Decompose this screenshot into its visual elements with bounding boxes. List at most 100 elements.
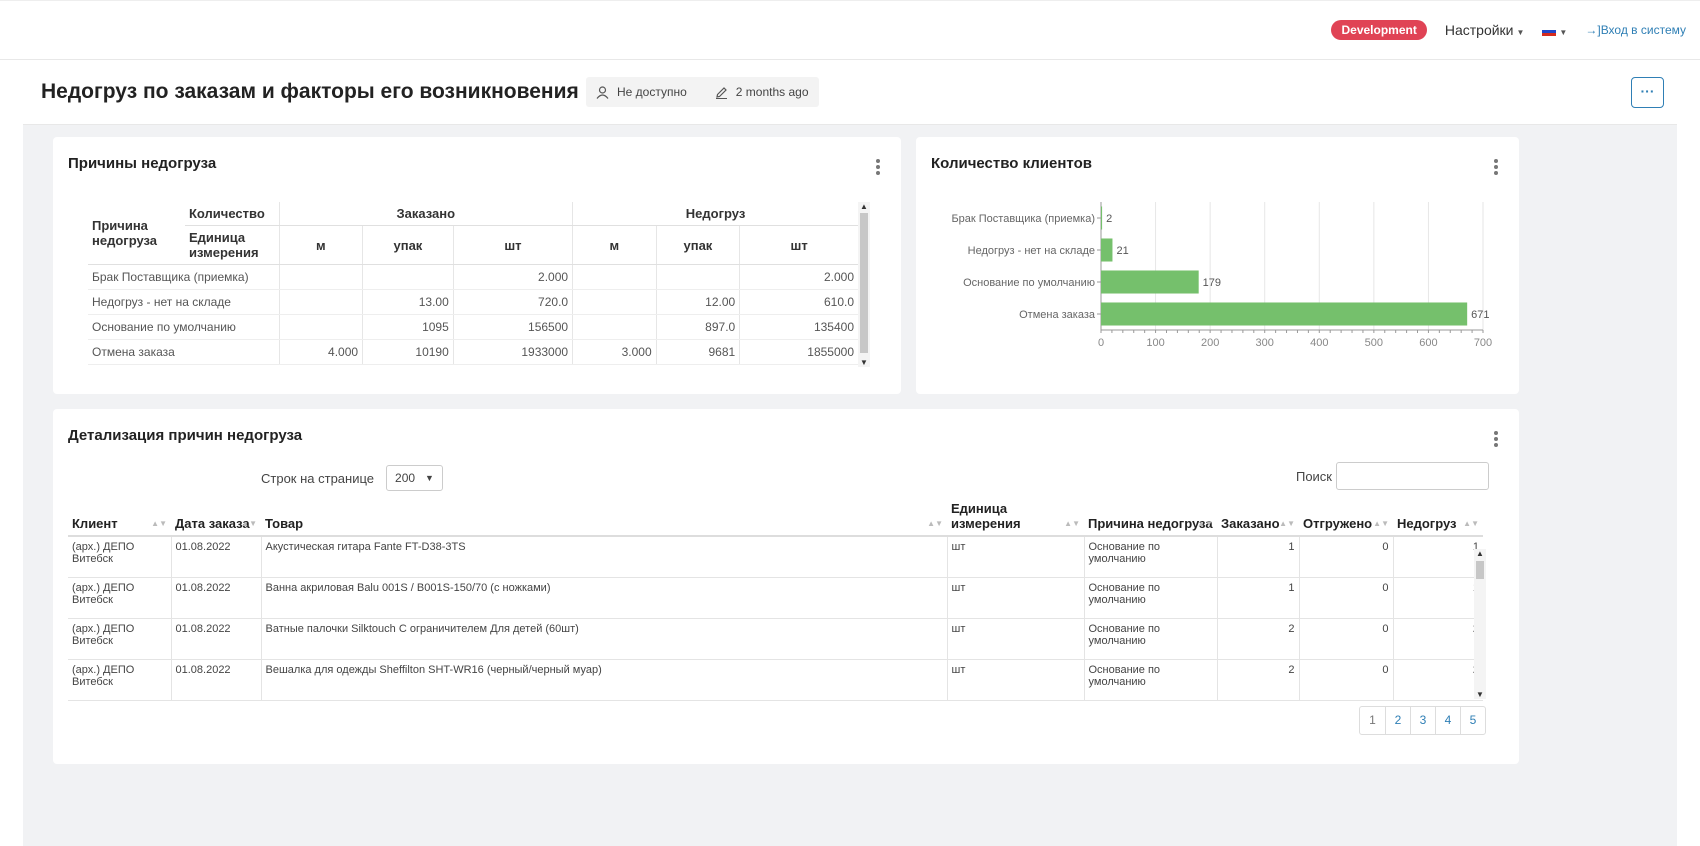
pivot-cell — [362, 264, 454, 290]
column-header-label: Клиент — [72, 516, 118, 531]
pivot-cell — [278, 289, 363, 315]
login-icon: →] — [1585, 23, 1601, 37]
cell-reason: Основание по умолчанию — [1083, 536, 1217, 578]
cell-client: (арх.) ДЕПО Витебск — [68, 618, 171, 660]
login-label: Вход в систему — [1600, 23, 1686, 37]
cell-unit: шт — [946, 618, 1084, 660]
detail-table: Клиент ▲▼ Дата заказа ▲▼ Товар ▲▼ Единица и… — [68, 497, 1483, 701]
chart-category-label: Недогруз - нет на складе — [968, 245, 1095, 257]
column-header-client[interactable]: Клиент ▲▼ — [68, 497, 171, 537]
sort-icon: ▲▼ — [151, 519, 167, 528]
pivot-row: Основание по умолчанию 1095 156500 897.0… — [88, 314, 858, 340]
page-link[interactable]: 4 — [1435, 707, 1460, 734]
cell-unit: шт — [946, 577, 1084, 619]
chart-category-label: Отмена заказа — [1019, 309, 1096, 321]
dashboard-header: Недогруз по заказам и факторы его возник… — [23, 60, 1677, 125]
page-link[interactable]: 1 — [1360, 707, 1385, 734]
pivot-cell: 897.0 — [655, 314, 740, 340]
pivot-header-reason: Причина недогруза — [88, 202, 185, 265]
column-header-product[interactable]: Товар ▲▼ — [261, 497, 947, 537]
scroll-thumb[interactable] — [1476, 561, 1484, 579]
column-header-shipped[interactable]: Отгружено ▲▼ — [1299, 497, 1393, 537]
pivot-cell: 1855000 — [739, 339, 858, 365]
chart-x-tick-label: 600 — [1419, 337, 1437, 349]
chart-x-tick-label: 200 — [1201, 337, 1219, 349]
scroll-up-icon[interactable]: ▲ — [858, 202, 870, 211]
pivot-unit-header: упак — [655, 225, 740, 265]
page-link[interactable]: 5 — [1460, 707, 1485, 734]
detail-card-menu-icon[interactable] — [1493, 431, 1499, 451]
chart-x-tick-label: 700 — [1474, 337, 1492, 349]
pivot-cell: 12.00 — [655, 289, 740, 315]
settings-label: Настройки — [1444, 22, 1514, 38]
pivot-cell: 1933000 — [452, 339, 573, 365]
pivot-header-unit: Единица измерения — [185, 225, 279, 265]
language-menu[interactable]: ▼ — [1542, 22, 1567, 38]
clients-card: Количество клиентов 0 100 200 300 400 500 600 7… — [916, 137, 1519, 394]
cell-ordered: 1 — [1216, 536, 1299, 578]
cell-ordered: 1 — [1216, 577, 1299, 619]
navbar-right: Development Настройки ▼ ▼ →]Вход в систем… — [1331, 20, 1686, 40]
top-navbar: Development Настройки ▼ ▼ →]Вход в систем… — [0, 0, 1700, 60]
column-header-label: Единица измерения — [951, 501, 1021, 531]
chart-x-tick-label: 500 — [1365, 337, 1383, 349]
user-icon — [596, 85, 609, 99]
pivot-row: Брак Поставщика (приемка) 2.000 2.000 — [88, 264, 858, 290]
page-link[interactable]: 3 — [1410, 707, 1435, 734]
chart-bar — [1101, 270, 1199, 294]
search-input[interactable] — [1336, 462, 1489, 490]
cell-client: (арх.) ДЕПО Витебск — [68, 577, 171, 619]
dashboard: Недогруз по заказам и факторы его возник… — [23, 60, 1677, 846]
chart-x-tick-label: 400 — [1310, 337, 1328, 349]
column-header-ordered[interactable]: Заказано ▲▼ — [1217, 497, 1299, 537]
pivot-cell: 135400 — [739, 314, 858, 340]
reasons-card-menu-icon[interactable] — [875, 159, 881, 179]
rows-per-page-control: Строк на странице 200 ▼ — [261, 465, 443, 491]
russian-flag-icon — [1542, 26, 1557, 36]
scroll-down-icon[interactable]: ▼ — [858, 358, 870, 367]
clients-bar-chart: 0 100 200 300 400 500 600 700 Брак Поставщика (п… — [951, 202, 1492, 349]
scroll-down-icon[interactable]: ▼ — [1474, 690, 1486, 699]
cell-client: (арх.) ДЕПО Витебск — [68, 536, 171, 578]
pivot-unit-header: шт — [452, 225, 573, 265]
cell-date: 01.08.2022 — [170, 618, 261, 660]
cell-shipped: 0 — [1298, 618, 1393, 660]
rows-per-page-select[interactable]: 200 ▼ — [386, 465, 443, 491]
pivot-cell: 13.00 — [362, 289, 454, 315]
detail-table-scrollbar[interactable]: ▲ ▼ — [1474, 549, 1486, 699]
pivot-row-label: Основание по умолчанию — [88, 314, 279, 340]
chart-x-tick-label: 100 — [1146, 337, 1164, 349]
reasons-card: Причины недогруза Причина недогруза Коли… — [53, 137, 901, 394]
pivot-cell: 2.000 — [452, 264, 573, 290]
scroll-up-icon[interactable]: ▲ — [1474, 549, 1486, 558]
cell-date: 01.08.2022 — [170, 536, 261, 578]
cell-product: Ванна акриловая Balu 001S / B001S-150/70… — [260, 577, 947, 619]
cell-shortfall: 2 — [1392, 618, 1483, 660]
pivot-cell: 9681 — [655, 339, 740, 365]
column-header-unit[interactable]: Единица измерения ▲▼ — [947, 497, 1084, 537]
settings-menu[interactable]: Настройки ▼ — [1445, 22, 1525, 38]
chart-data-label: 179 — [1203, 277, 1221, 289]
search-control: Поиск — [1296, 462, 1489, 490]
pivot-scrollbar[interactable]: ▲ ▼ — [858, 202, 870, 367]
owner-text: Не доступно — [617, 85, 687, 99]
table-row: (арх.) ДЕПО Витебск 01.08.2022 Ватные па… — [68, 618, 1483, 660]
column-header-label: Отгружено — [1303, 516, 1373, 531]
pivot-unit-header: м — [572, 225, 657, 265]
detail-card-title: Детализация причин недогруза — [68, 427, 303, 444]
scroll-thumb[interactable] — [860, 213, 868, 353]
column-header-label: Товар — [265, 516, 304, 531]
pivot-unit-header: м — [278, 225, 363, 265]
column-header-shortfall[interactable]: Недогруз ▲▼ — [1393, 497, 1483, 537]
sort-icon: ▲▼ — [1279, 519, 1295, 528]
login-link[interactable]: →]Вход в систему — [1585, 23, 1686, 37]
chart-bar — [1101, 302, 1468, 326]
cell-reason: Основание по умолчанию — [1083, 577, 1217, 619]
dashboard-more-button[interactable]: ··· — [1631, 77, 1664, 108]
column-header-date[interactable]: Дата заказа ▲▼ — [171, 497, 261, 537]
sort-icon: ▲▼ — [927, 519, 943, 528]
pivot-header-shortfall: Недогруз — [572, 202, 858, 226]
column-header-reason[interactable]: Причина недогруза ▲▼ — [1084, 497, 1217, 537]
cell-shipped: 0 — [1298, 659, 1393, 701]
page-link[interactable]: 2 — [1385, 707, 1410, 734]
